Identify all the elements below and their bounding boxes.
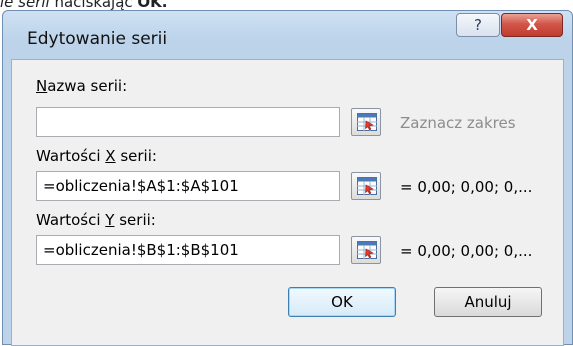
series-name-input[interactable]: [36, 107, 340, 137]
y-values-range-button[interactable]: [351, 236, 381, 264]
y-values-label: Wartości Y serii:: [36, 211, 156, 229]
help-button[interactable]: ?: [456, 13, 500, 37]
y-values-label-post: serii:: [114, 211, 156, 229]
close-icon: X: [526, 16, 538, 34]
help-icon: ?: [474, 16, 482, 34]
y-values-label-pre: Wartości: [36, 211, 106, 229]
cancel-button[interactable]: Anuluj: [434, 287, 542, 317]
series-name-range-button[interactable]: [351, 108, 381, 136]
x-values-label: Wartości X serii:: [36, 147, 157, 165]
x-values-input[interactable]: =obliczenia!$A$1:$A$101: [36, 171, 340, 201]
x-values-label-accesskey: X: [105, 147, 116, 165]
series-name-label: Nazwa serii:: [36, 77, 127, 95]
x-values-range-button[interactable]: [351, 172, 381, 200]
series-name-label-post: azwa serii:: [47, 77, 128, 95]
x-values-label-post: serii:: [115, 147, 157, 165]
y-values-preview: = 0,00; 0,00; 0,...: [400, 242, 533, 260]
dialog-body: Nazwa serii: Zaznacz zakres Wartości X s…: [11, 59, 564, 346]
dialog-title: Edytowanie serii: [27, 29, 168, 49]
range-select-icon: [357, 113, 377, 131]
series-name-label-accesskey: N: [36, 77, 48, 95]
x-values-preview: = 0,00; 0,00; 0,...: [400, 178, 533, 196]
series-name-preview: Zaznacz zakres: [400, 114, 516, 132]
x-values-label-pre: Wartości: [36, 147, 106, 165]
range-select-icon: [357, 241, 377, 259]
edit-series-dialog: Edytowanie serii ? X Nazwa serii: Zaznac…: [2, 10, 573, 346]
close-button[interactable]: X: [501, 13, 563, 37]
range-select-icon: [357, 177, 377, 195]
y-values-input[interactable]: =obliczenia!$B$1:$B$101: [36, 235, 340, 265]
ok-button[interactable]: OK: [288, 287, 396, 317]
